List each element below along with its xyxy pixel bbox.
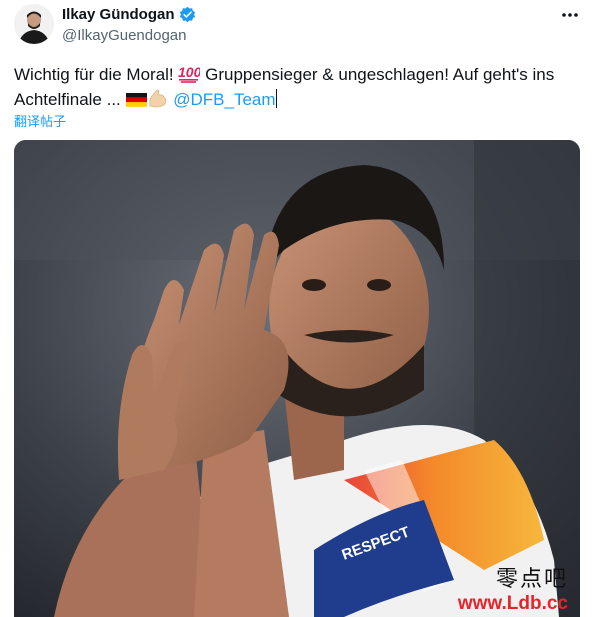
more-options-icon[interactable]	[560, 10, 580, 20]
avatar-photo-icon	[14, 4, 54, 44]
author-display-name[interactable]: Ilkay Gündogan	[62, 6, 175, 23]
mention-link-dfb-team[interactable]: @DFB_Team	[169, 90, 275, 109]
svg-text:100: 100	[178, 64, 200, 80]
author-handle[interactable]: @IlkayGuendogan	[62, 27, 186, 44]
watermark: 零点吧 www.Ldb.cc	[458, 561, 568, 615]
tweet-card: Ilkay Gündogan @IlkayGuendogan Wichtig f…	[0, 0, 594, 617]
author-avatar[interactable]	[14, 4, 54, 44]
translate-post-link[interactable]: 翻译帖子	[14, 111, 66, 130]
player-applauding-photo-icon: RESPECT	[14, 140, 580, 617]
hundred-points-emoji-icon: 100	[178, 64, 200, 83]
verified-badge-icon	[179, 6, 195, 23]
germany-flag-emoji-icon	[125, 93, 147, 107]
tweet-text-part-1: Wichtig für die Moral!	[14, 65, 179, 84]
tweet-text: Wichtig für die Moral! 100 Gruppensieger…	[14, 62, 580, 112]
author-name-row: Ilkay Gündogan	[62, 6, 196, 23]
watermark-url: www.Ldb.cc	[457, 593, 568, 614]
flexed-biceps-emoji-icon	[148, 89, 166, 108]
tweet-photo[interactable]: RESPECT 零点吧 www.Ldb.cc	[14, 140, 580, 617]
text-cursor	[275, 89, 277, 108]
watermark-chinese: 零点吧	[495, 567, 568, 592]
